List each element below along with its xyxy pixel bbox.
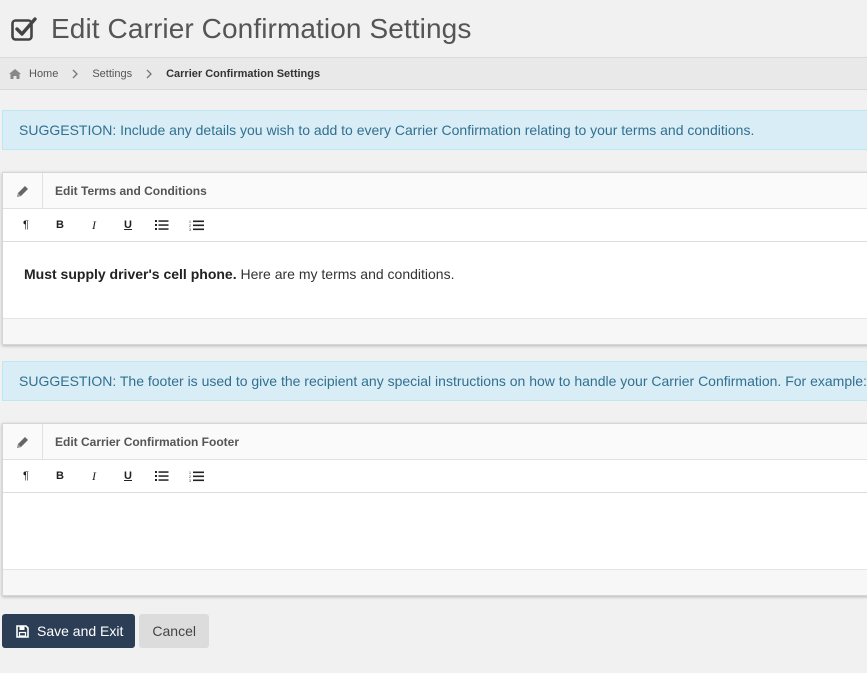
page-title: Edit Carrier Confirmation Settings — [51, 12, 472, 44]
panel-title: Edit Terms and Conditions — [55, 183, 207, 198]
save-label: Save and Exit — [37, 623, 124, 639]
pencil-icon — [3, 424, 43, 459]
italic-button[interactable]: I — [77, 462, 111, 490]
terms-editor-panel: Edit Terms and Conditions ¶ B I U 123 Mu… — [2, 172, 867, 345]
terms-bold-text: Must supply driver's cell phone. — [24, 266, 237, 282]
panel-header: Edit Carrier Confirmation Footer — [3, 424, 867, 460]
footer-editor-content[interactable] — [3, 493, 867, 570]
ordered-list-icon[interactable]: 123 — [179, 211, 213, 239]
editor-toolbar: ¶ B I U 123 — [3, 460, 867, 493]
breadcrumb-current: Carrier Confirmation Settings — [166, 67, 321, 80]
unordered-list-icon[interactable] — [145, 462, 179, 490]
paragraph-button[interactable]: ¶ — [9, 462, 43, 490]
paragraph-button[interactable]: ¶ — [9, 211, 43, 239]
unordered-list-icon[interactable] — [145, 211, 179, 239]
underline-button[interactable]: U — [111, 462, 145, 490]
chevron-right-icon — [146, 69, 153, 79]
breadcrumb: Home Settings Carrier Confirmation Setti… — [0, 57, 867, 90]
ordered-list-icon[interactable]: 123 — [179, 462, 213, 490]
check-square-icon — [11, 15, 39, 43]
home-icon[interactable] — [9, 68, 21, 79]
panel-title: Edit Carrier Confirmation Footer — [55, 434, 240, 449]
italic-button[interactable]: I — [77, 211, 111, 239]
suggestion-terms: SUGGESTION: Include any details you wish… — [2, 110, 867, 150]
editor-status-bar — [3, 319, 867, 344]
terms-editor-content[interactable]: Must supply driver's cell phone. Here ar… — [3, 242, 867, 319]
cancel-button[interactable]: Cancel — [139, 614, 209, 648]
editor-status-bar — [3, 570, 867, 595]
svg-text:3: 3 — [189, 479, 191, 482]
breadcrumb-settings[interactable]: Settings — [92, 68, 132, 80]
terms-text: Here are my terms and conditions. — [236, 266, 455, 282]
action-buttons: Save and Exit Cancel — [2, 614, 209, 648]
page: Edit Carrier Confirmation Settings Home … — [0, 0, 867, 673]
editor-toolbar: ¶ B I U 123 — [3, 209, 867, 242]
footer-editor-panel: Edit Carrier Confirmation Footer ¶ B I U… — [2, 423, 867, 596]
save-and-exit-button[interactable]: Save and Exit — [2, 614, 136, 648]
floppy-disk-icon — [16, 624, 29, 638]
bold-button[interactable]: B — [43, 211, 77, 239]
svg-text:3: 3 — [189, 228, 191, 231]
underline-button[interactable]: U — [111, 211, 145, 239]
suggestion-footer: SUGGESTION: The footer is used to give t… — [2, 361, 867, 401]
bold-button[interactable]: B — [43, 462, 77, 490]
panel-header: Edit Terms and Conditions — [3, 173, 867, 209]
breadcrumb-home[interactable]: Home — [29, 68, 58, 80]
page-header: Edit Carrier Confirmation Settings — [0, 0, 867, 57]
pencil-icon — [3, 173, 43, 208]
chevron-right-icon — [72, 69, 79, 79]
